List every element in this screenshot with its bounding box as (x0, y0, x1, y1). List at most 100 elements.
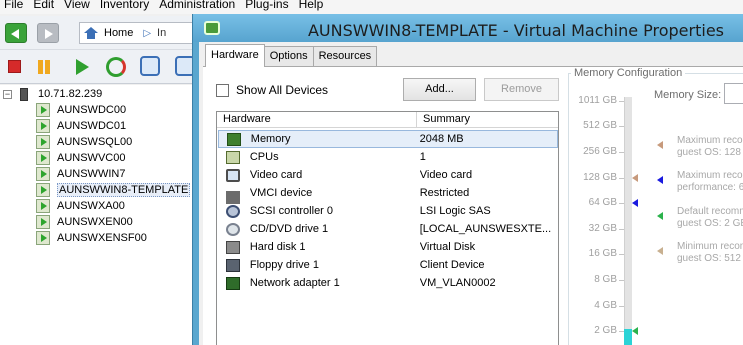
inventory-tree: − 10.71.82.239 AUNSWDC00 AUNSWDC01 AUNSW… (0, 85, 193, 345)
row-summary: VM_VLAN0002 (419, 277, 496, 289)
checkbox-box[interactable] (216, 83, 229, 97)
add-button[interactable]: Add... (403, 78, 476, 101)
row-summary: [LOCAL_AUNSWESXTE... (419, 223, 552, 235)
navigation-toolbar: Home ▷ In (0, 16, 200, 50)
tree-host-row[interactable]: − 10.71.82.239 (3, 86, 102, 102)
vm-properties-dialog: AUNSWWIN8-TEMPLATE - Virtual Machine Pro… (192, 14, 743, 345)
reset-icon[interactable] (106, 57, 126, 77)
tree-item-label: AUNSWXENSF00 (57, 232, 147, 244)
table-row[interactable]: CPUs 1 (218, 148, 558, 166)
column-header-summary[interactable]: Summary (417, 112, 558, 128)
vm-icon (36, 215, 50, 229)
table-row-selected[interactable]: Memory 2048 MB (218, 130, 558, 148)
menu-plugins[interactable]: Plug-ins (241, 0, 294, 12)
table-row[interactable]: Hard disk 1 Virtual Disk (218, 238, 558, 256)
table-row[interactable]: Floppy drive 1 Client Device (218, 256, 558, 274)
scale-label: 64 GB (588, 197, 617, 208)
vm-icon (36, 119, 50, 133)
tree-item[interactable]: AUNSWDC00 (36, 102, 126, 118)
memory-icon (227, 132, 241, 146)
tree-item[interactable]: AUNSWVC00 (36, 150, 125, 166)
table-row[interactable]: Network adapter 1 VM_VLAN0002 (218, 274, 558, 292)
power-on-icon[interactable] (76, 59, 89, 75)
menu-bar: File Edit View Inventory Administration … (0, 0, 743, 14)
power-off-icon[interactable] (8, 60, 21, 73)
tree-item-label: AUNSWWIN7 (57, 168, 126, 180)
show-all-devices-checkbox[interactable]: Show All Devices (216, 83, 328, 97)
vm-icon (36, 151, 50, 165)
row-name: Video card (249, 169, 303, 181)
note-line: guest OS: 2 GE (677, 218, 743, 229)
video-card-icon (226, 168, 240, 182)
row-name: Hard disk 1 (249, 241, 306, 253)
row-summary: Virtual Disk (419, 241, 476, 253)
note-line: guest OS: 128 (677, 147, 741, 158)
forward-arrow-icon[interactable] (37, 23, 59, 43)
memory-size-input[interactable] (724, 83, 743, 104)
row-name: CD/DVD drive 1 (249, 223, 329, 235)
home-icon (84, 27, 98, 39)
menu-file[interactable]: File (0, 0, 29, 12)
tree-item-selected[interactable]: AUNSWWIN8-TEMPLATE (36, 182, 191, 198)
menu-view[interactable]: View (60, 0, 96, 12)
snapshot-icon[interactable] (140, 56, 160, 76)
note-line: Minimum recom (677, 241, 743, 252)
scsi-icon (226, 204, 240, 218)
default-legend-icon (657, 212, 663, 220)
menu-edit[interactable]: Edit (29, 0, 60, 12)
tab-hardware[interactable]: Hardware (205, 44, 265, 67)
show-all-devices-label: Show All Devices (236, 83, 329, 97)
tree-item[interactable]: AUNSWSQL00 (36, 134, 132, 150)
row-name: Network adapter 1 (249, 277, 340, 289)
tree-item[interactable]: AUNSWXEN00 (36, 214, 133, 230)
tree-item[interactable]: AUNSWDC01 (36, 118, 126, 134)
memory-slider-track[interactable] (624, 97, 632, 345)
suspend-icon[interactable] (38, 60, 51, 74)
breadcrumb-separator-icon: ▷ (143, 27, 152, 39)
column-header-hardware[interactable]: Hardware (217, 112, 417, 128)
note-line: Default recomm (677, 206, 743, 217)
table-row[interactable]: Video card Video card (218, 166, 558, 184)
vm-toolbar (0, 50, 200, 84)
hardware-tab-panel: Show All Devices Add... Remove Hardware … (203, 66, 743, 345)
breadcrumb-home[interactable]: Home (104, 27, 133, 39)
host-label: 10.71.82.239 (38, 88, 103, 100)
breadcrumb-next[interactable]: In (157, 27, 166, 39)
remove-button[interactable]: Remove (484, 78, 559, 101)
tree-item-label: AUNSWXEN00 (57, 216, 133, 228)
tree-item[interactable]: AUNSWXA00 (36, 198, 125, 214)
table-row[interactable]: SCSI controller 0 LSI Logic SAS (218, 202, 558, 220)
menu-administration[interactable]: Administration (155, 0, 241, 12)
tree-item-label: AUNSWDC01 (57, 120, 127, 132)
back-arrow-icon[interactable] (5, 23, 27, 43)
vm-icon (36, 167, 50, 181)
row-summary: 2048 MB (419, 133, 464, 145)
row-summary: Client Device (419, 259, 485, 271)
max-guest-note: Maximum recom guest OS: 128 (677, 135, 743, 159)
tab-options[interactable]: Options (263, 46, 314, 66)
note-line: Maximum recom (677, 135, 743, 146)
min-guest-legend-icon (657, 247, 663, 255)
collapse-icon[interactable]: − (3, 89, 12, 99)
table-row[interactable]: CD/DVD drive 1 [LOCAL_AUNSWESXTE... (218, 220, 558, 238)
table-row[interactable]: VMCI device Restricted (218, 184, 558, 204)
scale-label: 1011 GB (578, 95, 617, 106)
default-note: Default recomm guest OS: 2 GE (677, 206, 743, 230)
tree-item[interactable]: AUNSWWIN7 (36, 166, 125, 182)
row-summary: 1 (419, 151, 426, 163)
row-name: Floppy drive 1 (249, 259, 319, 271)
tab-resources[interactable]: Resources (312, 46, 378, 66)
vm-icon (36, 199, 50, 213)
menu-inventory[interactable]: Inventory (96, 0, 155, 12)
tree-item[interactable]: AUNSWXENSF00 (36, 230, 147, 246)
floppy-icon (226, 258, 240, 272)
breadcrumb[interactable]: Home ▷ In (79, 22, 199, 44)
vm-icon (36, 231, 50, 245)
row-name: SCSI controller 0 (249, 205, 334, 217)
max-guest-marker-icon (632, 174, 638, 182)
tree-item-label: AUNSWSQL00 (57, 136, 133, 148)
max-performance-note: Maximum recom performance: 6 (677, 170, 743, 194)
menu-help[interactable]: Help (295, 0, 330, 12)
dialog-titlebar[interactable]: AUNSWWIN8-TEMPLATE - Virtual Machine Pro… (193, 14, 743, 42)
dialog-body: Hardware Options Resources Show All Devi… (199, 42, 743, 345)
